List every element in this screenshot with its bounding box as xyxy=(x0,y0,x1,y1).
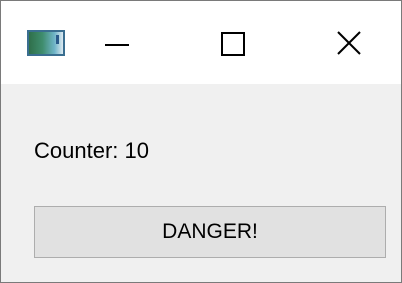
app-window: Counter: 10 DANGER! xyxy=(0,0,402,283)
danger-button[interactable]: DANGER! xyxy=(34,206,386,258)
app-window-icon[interactable] xyxy=(27,30,65,56)
close-icon xyxy=(337,31,361,55)
maximize-button[interactable] xyxy=(205,15,261,71)
counter-label: Counter: 10 xyxy=(34,138,149,163)
title-bar[interactable] xyxy=(1,1,401,84)
minimize-icon xyxy=(105,44,129,46)
minimize-button[interactable] xyxy=(89,15,145,71)
maximize-icon xyxy=(221,32,245,56)
close-button[interactable] xyxy=(321,15,377,71)
app-icon-detail xyxy=(56,35,59,44)
